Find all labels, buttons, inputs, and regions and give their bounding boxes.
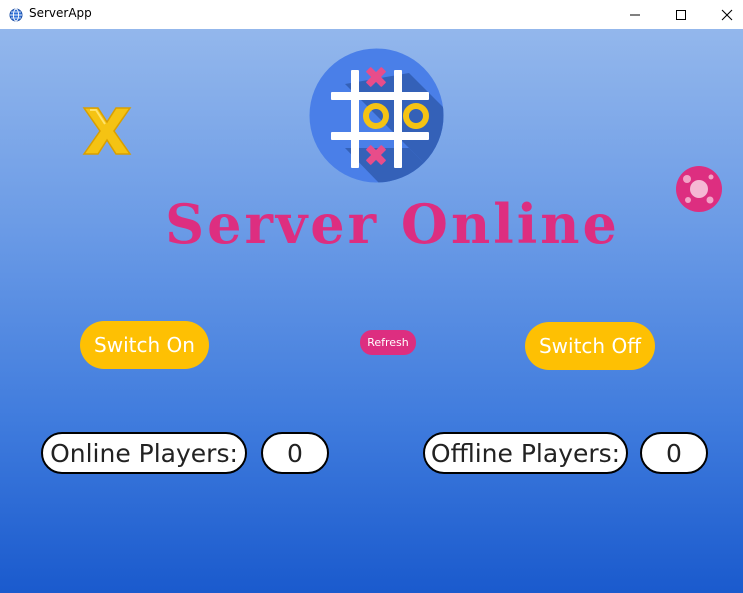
tic-tac-toe-logo-icon <box>309 48 444 183</box>
online-players-count: 0 <box>261 432 329 474</box>
server-status-title: Server Online <box>165 192 620 256</box>
o-mark-icon <box>674 164 724 214</box>
main-panel: Server Online Switch On Refresh Switch O… <box>0 29 743 593</box>
offline-players-label: Offline Players: <box>423 432 628 474</box>
refresh-button[interactable]: Refresh <box>360 330 416 355</box>
window-title: ServerApp <box>29 6 92 20</box>
minimize-button[interactable] <box>612 0 658 29</box>
maximize-icon <box>676 9 686 20</box>
switch-off-button[interactable]: Switch Off <box>525 322 655 370</box>
switch-on-button[interactable]: Switch On <box>80 321 209 369</box>
minimize-icon <box>630 14 640 15</box>
close-button[interactable] <box>704 0 743 29</box>
online-players-label: Online Players: <box>41 432 247 474</box>
close-icon <box>721 9 733 20</box>
offline-players-count: 0 <box>640 432 708 474</box>
x-mark-icon <box>80 104 134 158</box>
maximize-button[interactable] <box>658 0 704 29</box>
title-bar: ServerApp <box>0 0 743 29</box>
globe-icon <box>9 7 23 22</box>
